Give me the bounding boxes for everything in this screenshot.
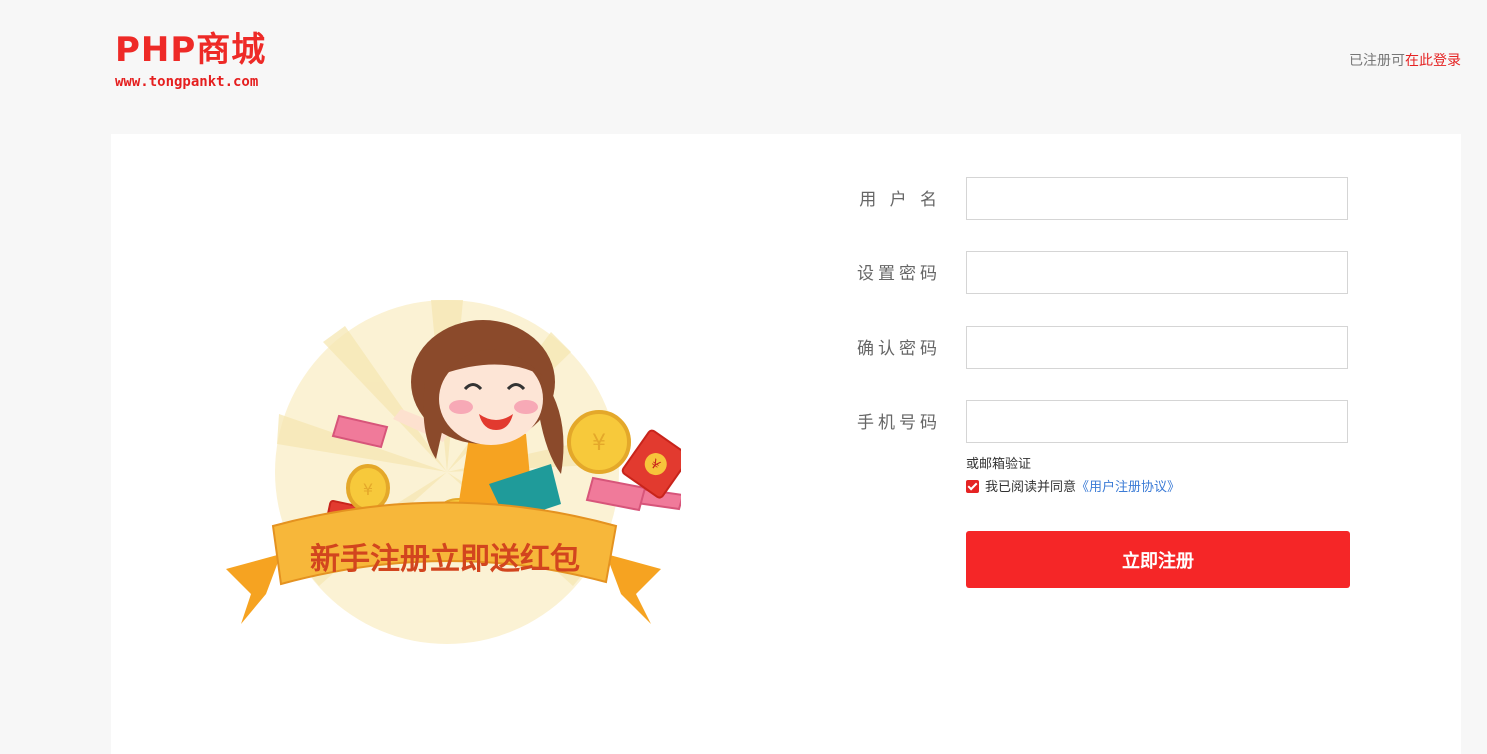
promo-illustration: ¥ ¥ ¥ ¥ (226, 300, 681, 644)
agree-checkbox[interactable] (966, 480, 979, 493)
agree-text: 我已阅读并同意 (985, 480, 1077, 495)
logo-title: PHP商城 (115, 30, 267, 70)
register-panel: ¥ ¥ ¥ ¥ (111, 134, 1461, 754)
login-prefix: 已注册可 (1349, 53, 1405, 69)
svg-text:¥: ¥ (592, 431, 606, 456)
logo-url: www.tongpankt.com (115, 74, 259, 90)
confirm-password-label: 确认密码 (857, 339, 941, 359)
gold-coin-icon: ¥ (567, 410, 631, 474)
email-verify-link[interactable]: 或邮箱验证 (966, 456, 1031, 474)
register-button[interactable]: 立即注册 (966, 531, 1350, 588)
username-label: 用 户 名 (859, 190, 941, 210)
agreement-link[interactable]: 《用户注册协议》 (1076, 480, 1180, 495)
username-input[interactable] (966, 177, 1348, 220)
login-prompt: 已注册可在此登录 (1349, 52, 1461, 70)
banner-text: 新手注册立即送红包 (310, 542, 580, 577)
agreement-row: 我已阅读并同意《用户注册协议》 (966, 479, 1180, 497)
password-label: 设置密码 (857, 264, 941, 284)
confirm-password-input[interactable] (966, 326, 1348, 369)
logo[interactable]: PHP商城 www.tongpankt.com (115, 30, 295, 92)
password-input[interactable] (966, 251, 1348, 294)
svg-text:¥: ¥ (363, 480, 373, 499)
login-link[interactable]: 在此登录 (1405, 53, 1461, 69)
phone-input[interactable] (966, 400, 1348, 443)
phone-label: 手机号码 (857, 413, 941, 433)
gold-coin-icon: ¥ (346, 464, 390, 512)
